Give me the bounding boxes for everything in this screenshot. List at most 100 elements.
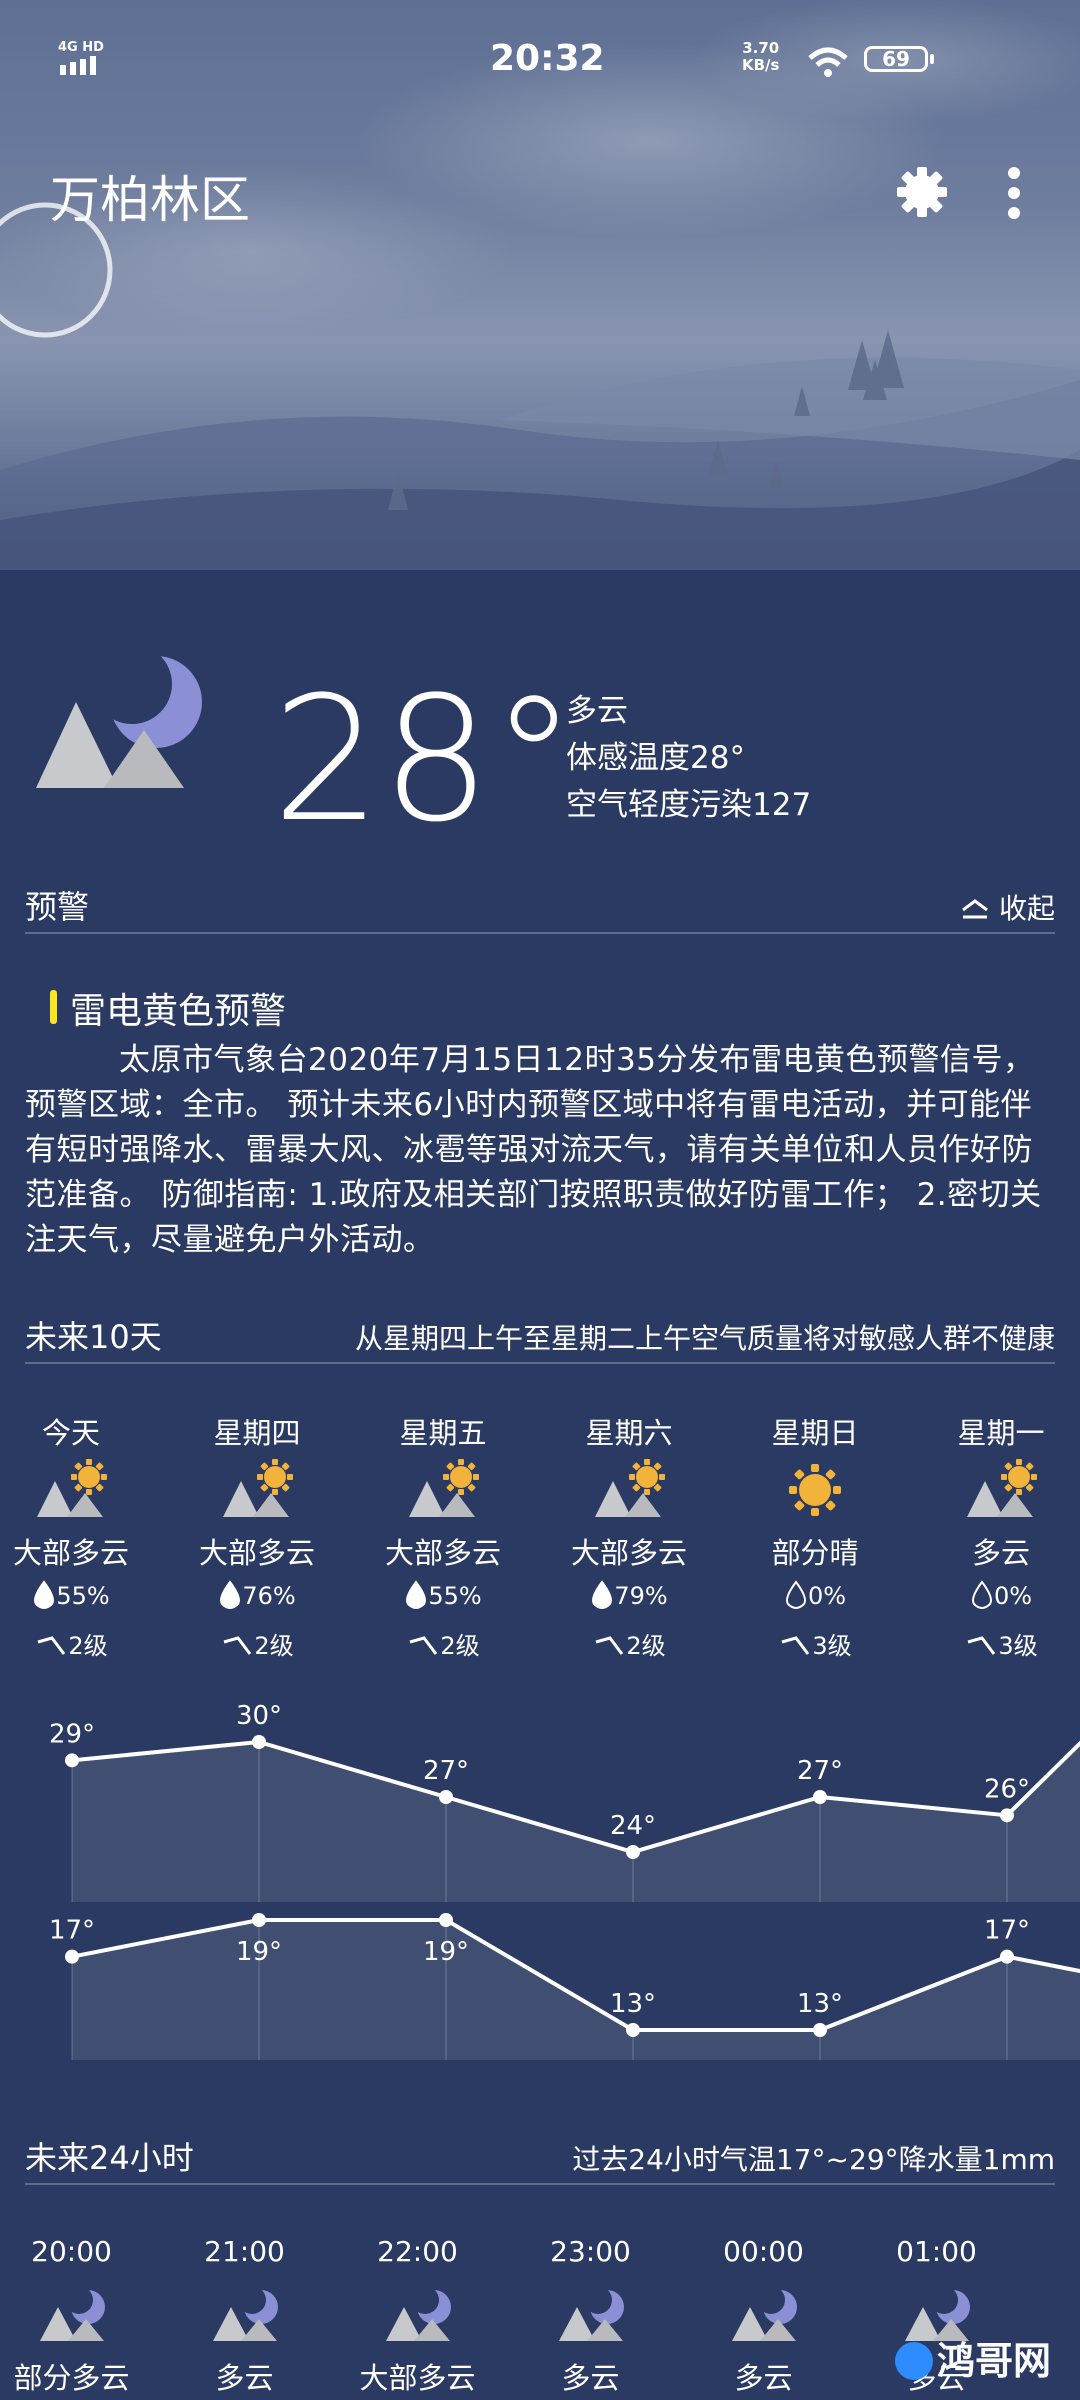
hour-column[interactable]: 23:00 多云 xyxy=(504,2235,677,2397)
rain-chance: 55% xyxy=(56,1582,110,1610)
day-name: 星期六 xyxy=(585,1416,673,1450)
hour-column[interactable]: 22:00 大部多云 xyxy=(331,2235,504,2397)
network-speed: 3.70 KB/s xyxy=(742,40,779,74)
air-quality[interactable]: 空气轻度污染127 xyxy=(566,782,811,829)
partly-cloudy-night-icon xyxy=(558,2286,624,2341)
hour-column[interactable]: 21:00 多云 xyxy=(158,2235,331,2397)
high-temp-label: 26° xyxy=(984,1774,1030,1804)
low-temp-label: 13° xyxy=(610,1989,656,2019)
wind-direction-icon xyxy=(223,1636,252,1655)
rain-chance: 0% xyxy=(993,1582,1033,1610)
partly-cloudy-day-icon xyxy=(223,1459,293,1517)
wind-direction-icon xyxy=(37,1636,66,1655)
day-condition: 大部多云 xyxy=(198,1536,315,1570)
high-temp-point xyxy=(65,1753,79,1768)
day-wind: 2级 xyxy=(536,1626,722,1661)
raindrop-icon xyxy=(406,1580,427,1609)
hour-condition: 部分多云 xyxy=(13,2361,130,2395)
clock: 20:32 xyxy=(490,38,605,79)
high-temp-label: 30° xyxy=(236,1701,282,1731)
hour-column[interactable]: 00:00 多云 xyxy=(677,2235,850,2397)
low-temp-point xyxy=(439,1913,453,1927)
day-wind: 2级 xyxy=(350,1626,536,1661)
speed-unit: KB/s xyxy=(742,56,780,74)
day-condition: 大部多云 xyxy=(12,1536,129,1570)
day-condition: 部分晴 xyxy=(771,1536,859,1570)
day-name: 今天 xyxy=(41,1416,100,1450)
high-temp-point xyxy=(1000,1808,1014,1823)
day-column[interactable]: 今天大部多云 55% 2级 xyxy=(0,1410,164,1661)
day-column[interactable]: 星期日 部分晴 0% 3级 xyxy=(722,1410,908,1661)
hour-icon xyxy=(677,2285,850,2355)
day-wind: 2级 xyxy=(164,1626,350,1661)
low-temp-point xyxy=(626,2023,640,2037)
current-temperature: 28° xyxy=(272,659,577,860)
feels-like: 体感温度28° xyxy=(566,740,745,776)
low-temp-label: 19° xyxy=(236,1937,282,1967)
collapse-button[interactable]: 收起 xyxy=(960,887,1055,927)
watermark-text: 鸿哥网 xyxy=(937,2339,1052,2383)
hour-icon xyxy=(0,2285,158,2355)
gear-icon[interactable] xyxy=(895,165,949,219)
wind-level: 2级 xyxy=(68,1632,108,1660)
low-temp-label: 17° xyxy=(984,1916,1030,1946)
day-column[interactable]: 星期一 多云 0% 3级 xyxy=(908,1410,1080,1661)
day-condition: 多云 xyxy=(971,1536,1030,1570)
raindrop-icon xyxy=(785,1580,806,1609)
watermark-logo: 鸿哥网 xyxy=(895,2330,1051,2385)
day-icon xyxy=(536,1455,722,1530)
hour-time: 00:00 xyxy=(723,2235,804,2268)
hour-condition: 多云 xyxy=(215,2361,274,2395)
high-temp-point xyxy=(813,1790,827,1804)
day-icon xyxy=(908,1455,1080,1530)
day-name: 星期一 xyxy=(957,1416,1045,1450)
high-temp-label: 29° xyxy=(49,1719,95,1749)
low-temp-label: 13° xyxy=(797,1989,843,2019)
forecast24-title: 未来24小时 xyxy=(25,2139,194,2177)
battery-indicator: 69 xyxy=(864,46,928,72)
day-icon xyxy=(350,1455,536,1530)
alert-text: 太原市气象台2020年7月15日12时35分发布雷电黄色预警信号，预警区域：全市… xyxy=(25,1042,1042,1258)
forecast10-header: 未来10天 从星期四上午至星期二上午空气质量将对敏感人群不健康 xyxy=(25,1312,1055,1364)
collapse-up-icon xyxy=(962,899,988,919)
day-wind: 2级 xyxy=(0,1626,164,1661)
city-name[interactable]: 万柏林区 xyxy=(50,160,250,232)
warning-header: 预警 收起 xyxy=(25,882,1055,934)
low-temp-label: 19° xyxy=(423,1937,469,1967)
day-name: 星期五 xyxy=(399,1416,487,1450)
sunny-icon xyxy=(789,1464,841,1516)
day-rain: 55% xyxy=(0,1580,164,1626)
low-temp-point xyxy=(65,1949,79,1964)
day-column[interactable]: 星期五 大部多云 55% 2级 xyxy=(350,1410,536,1661)
partly-cloudy-day-icon xyxy=(409,1459,479,1517)
raindrop-icon xyxy=(592,1580,613,1609)
raindrop-icon xyxy=(34,1580,55,1609)
day-condition: 大部多云 xyxy=(570,1536,687,1570)
rain-chance: 55% xyxy=(428,1582,482,1610)
hour-time: 23:00 xyxy=(550,2235,631,2268)
hour-time: 21:00 xyxy=(204,2235,285,2268)
hour-icon xyxy=(504,2285,677,2355)
low-temp-area xyxy=(72,1920,1080,2060)
wind-direction-icon xyxy=(967,1636,996,1655)
day-column[interactable]: 星期四 大部多云 76% 2级 xyxy=(164,1410,350,1661)
forecast24-notice: 过去24小时气温17°~29°降水量1mm xyxy=(572,2143,1055,2176)
wind-level: 2级 xyxy=(626,1632,666,1660)
more-vertical-icon[interactable] xyxy=(1004,165,1024,221)
high-temp-point xyxy=(626,1845,640,1859)
hour-icon xyxy=(331,2285,504,2355)
day-rain: 76% xyxy=(164,1580,350,1626)
wind-level: 2级 xyxy=(254,1632,294,1660)
hour-condition: 多云 xyxy=(561,2361,620,2395)
high-temp-label: 27° xyxy=(797,1756,843,1786)
hour-condition: 多云 xyxy=(734,2361,793,2395)
day-column[interactable]: 星期六 大部多云 79% 2级 xyxy=(536,1410,722,1661)
temperature-trend-chart: 29° 30° 27° 24° 27° 26° 17° 19° 19° 13° 13° 17° xyxy=(49,1701,1080,2060)
hour-time: 20:00 xyxy=(31,2235,112,2268)
forecast10-title: 未来10天 xyxy=(25,1318,162,1356)
hour-icon xyxy=(158,2285,331,2355)
partly-cloudy-night-icon xyxy=(212,2286,278,2341)
forecast10-notice: 从星期四上午至星期二上午空气质量将对敏感人群不健康 xyxy=(354,1322,1055,1355)
high-temp-point xyxy=(252,1735,266,1749)
hour-column[interactable]: 20:00 部分多云 xyxy=(0,2235,158,2397)
